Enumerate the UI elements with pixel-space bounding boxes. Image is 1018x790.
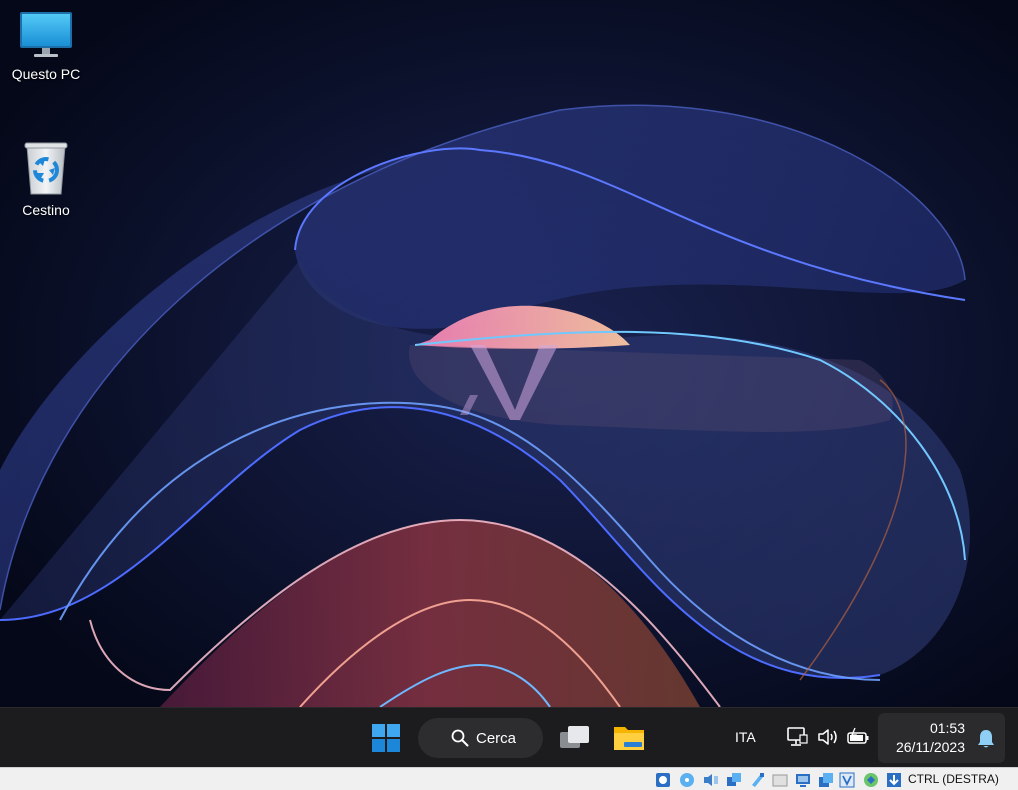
shared-folders-icon[interactable] — [771, 771, 789, 788]
hard-disk-icon[interactable] — [654, 771, 672, 788]
wallpaper-image — [0, 0, 1018, 707]
clock-time: 01:53 — [929, 720, 965, 736]
network-adapters-icon[interactable] — [725, 771, 743, 788]
desktop[interactable]: Questo PC Cestino — [0, 0, 1018, 707]
audio-icon[interactable] — [702, 771, 720, 788]
optical-drive-icon[interactable] — [678, 771, 696, 788]
desktop-icon-recycle-bin[interactable]: Cestino — [1, 140, 91, 218]
task-view-button[interactable] — [553, 716, 597, 760]
virtualbox-status-bar: CTRL (DESTRA) — [0, 767, 1018, 790]
recording-icon[interactable] — [817, 771, 835, 788]
network-icon[interactable] — [786, 726, 808, 748]
display-icon[interactable] — [794, 771, 812, 788]
monitor-icon — [20, 12, 72, 57]
language-indicator[interactable]: ITA — [735, 729, 756, 745]
windows-start-icon — [372, 724, 400, 752]
taskbar-search-box[interactable]: Cerca — [418, 718, 543, 758]
taskbar: Cerca ITA 01:53 26/11/2023 — [0, 707, 1018, 767]
usb-icon[interactable] — [748, 771, 766, 788]
desktop-icon-label: Questo PC — [11, 66, 81, 82]
keyboard-capture-icon[interactable] — [885, 771, 903, 788]
clock-date: 26/11/2023 — [895, 739, 965, 755]
recycle-bin-icon — [24, 142, 68, 195]
task-view-icon — [560, 726, 589, 748]
notification-bell-icon[interactable] — [977, 729, 995, 749]
search-label: Cerca — [476, 729, 517, 747]
vt-x-icon[interactable] — [838, 771, 856, 788]
desktop-icon-this-pc[interactable]: Questo PC — [1, 10, 91, 82]
file-explorer-button[interactable] — [607, 716, 651, 760]
volume-icon[interactable] — [817, 726, 839, 748]
search-icon — [451, 729, 469, 747]
mouse-integration-icon[interactable] — [862, 771, 880, 788]
clock-area[interactable]: 01:53 26/11/2023 — [878, 713, 1005, 763]
file-explorer-icon — [614, 727, 644, 750]
start-button[interactable] — [364, 716, 408, 760]
desktop-icon-label: Cestino — [22, 202, 70, 218]
battery-icon[interactable] — [846, 726, 870, 748]
host-key-label: CTRL (DESTRA) — [908, 772, 999, 786]
